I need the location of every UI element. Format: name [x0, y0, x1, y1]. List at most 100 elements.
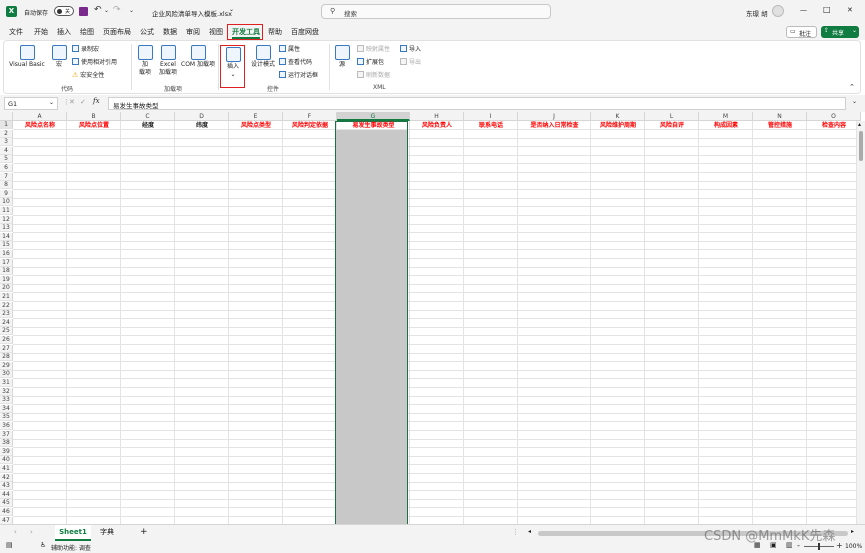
cancel-entry-icon[interactable]: ✕: [69, 98, 75, 106]
tab-data[interactable]: 数据: [163, 27, 177, 37]
header-cell-i[interactable]: 联系电话: [464, 121, 518, 130]
row-header[interactable]: 10: [0, 198, 13, 207]
tab-review[interactable]: 审阅: [186, 27, 200, 37]
zoom-slider-thumb[interactable]: [818, 543, 820, 550]
tab-draw[interactable]: 绘图: [80, 27, 94, 37]
enter-entry-icon[interactable]: ✓: [80, 98, 86, 106]
scroll-left-icon[interactable]: ◂: [528, 528, 531, 535]
insert-function-icon[interactable]: fx: [93, 97, 100, 105]
collapse-ribbon-icon[interactable]: ⌃: [849, 83, 855, 91]
row-header[interactable]: 46: [0, 508, 13, 516]
run-dialog-button[interactable]: 运行对话框: [279, 71, 318, 80]
zoom-in-button[interactable]: +: [836, 541, 843, 550]
scroll-up-icon[interactable]: ▴: [858, 121, 861, 128]
zoom-slider[interactable]: [804, 543, 834, 550]
undo-icon[interactable]: ↶: [94, 5, 102, 15]
undo-dropdown-icon[interactable]: ⌄: [104, 7, 109, 14]
row-header[interactable]: 14: [0, 232, 13, 241]
visual-basic-button[interactable]: Visual Basic: [9, 45, 45, 69]
column-header-d[interactable]: D: [175, 112, 229, 121]
view-code-button[interactable]: 查看代码: [279, 58, 312, 67]
row-header[interactable]: 36: [0, 422, 13, 430]
row-header[interactable]: 47: [0, 516, 13, 524]
row-header[interactable]: 37: [0, 430, 13, 439]
expansion-packs-button[interactable]: 扩展包: [357, 58, 384, 67]
column-header-g[interactable]: G: [337, 112, 410, 121]
row-header[interactable]: 34: [0, 404, 13, 413]
row-header[interactable]: 13: [0, 224, 13, 233]
next-sheet-icon[interactable]: ›: [30, 528, 33, 536]
row-header[interactable]: 45: [0, 499, 13, 508]
header-cell-c[interactable]: 经度: [121, 121, 175, 130]
header-cell-o[interactable]: 检查内容: [807, 121, 861, 130]
search-box[interactable]: ⚲ 搜索: [321, 4, 551, 19]
properties-button[interactable]: 属性: [279, 45, 300, 54]
header-cell-m[interactable]: 构成因素: [699, 121, 753, 130]
sheet-tab-sheet1[interactable]: Sheet1: [55, 525, 91, 541]
row-header[interactable]: 18: [0, 267, 13, 276]
row-header[interactable]: 23: [0, 310, 13, 319]
row-header[interactable]: 11: [0, 207, 13, 215]
redo-icon[interactable]: ↷: [113, 5, 121, 15]
column-header-i[interactable]: I: [464, 112, 518, 121]
column-header-m[interactable]: M: [699, 112, 753, 121]
row-header[interactable]: 32: [0, 387, 13, 396]
row-header[interactable]: 38: [0, 439, 13, 448]
column-header-l[interactable]: L: [645, 112, 699, 121]
row-header[interactable]: 43: [0, 482, 13, 491]
customize-toolbar-icon[interactable]: ⌄: [129, 7, 134, 14]
header-cell-h[interactable]: 风险负责人: [410, 121, 464, 130]
row-header[interactable]: 19: [0, 275, 13, 284]
row-header[interactable]: 41: [0, 465, 13, 473]
column-header-e[interactable]: E: [229, 112, 283, 121]
row-header[interactable]: 12: [0, 215, 13, 224]
row-header[interactable]: 16: [0, 250, 13, 258]
addins-button[interactable]: 加 载项: [135, 45, 155, 77]
select-all-corner[interactable]: [0, 112, 13, 121]
row-header[interactable]: 7: [0, 172, 13, 181]
macros-button[interactable]: 宏: [50, 45, 68, 69]
column-header-k[interactable]: K: [591, 112, 645, 121]
row-header[interactable]: 42: [0, 473, 13, 482]
file-name-dropdown-icon[interactable]: ⌄: [229, 6, 234, 13]
tab-formulas[interactable]: 公式: [140, 27, 154, 37]
source-button[interactable]: 源: [332, 45, 352, 69]
row-header[interactable]: 30: [0, 370, 13, 379]
row-header[interactable]: 35: [0, 413, 13, 422]
header-cell-e[interactable]: 风险点类型: [229, 121, 283, 130]
tab-home[interactable]: 开始: [34, 27, 48, 37]
tab-insert[interactable]: 插入: [57, 27, 71, 37]
expand-formula-bar-icon[interactable]: ⌄: [852, 98, 857, 105]
user-name[interactable]: 东璟 胡: [746, 8, 768, 18]
row-header[interactable]: 28: [0, 353, 13, 362]
header-cell-a[interactable]: 风险点名称: [13, 121, 67, 130]
scroll-right-icon[interactable]: ▸: [851, 528, 854, 535]
header-cell-f[interactable]: 风险判定依据: [283, 121, 337, 130]
import-button[interactable]: 导入: [400, 45, 421, 54]
header-cell-j[interactable]: 是否纳入日常检查: [518, 121, 591, 130]
header-cell-n[interactable]: 管控措施: [753, 121, 807, 130]
tab-developer[interactable]: 开发工具: [232, 27, 260, 39]
row-header[interactable]: 20: [0, 284, 13, 293]
tab-split-icon[interactable]: ⋮: [512, 528, 519, 536]
row-header[interactable]: 39: [0, 447, 13, 456]
row-header[interactable]: 15: [0, 241, 13, 250]
row-header[interactable]: 40: [0, 456, 13, 465]
formula-input[interactable]: 易发生事故类型: [108, 97, 846, 110]
prev-sheet-icon[interactable]: ‹: [14, 528, 17, 536]
minimize-button[interactable]: —: [800, 6, 807, 14]
column-header-b[interactable]: B: [67, 112, 121, 121]
header-cell-b[interactable]: 风险点位置: [67, 121, 121, 130]
row-header[interactable]: 22: [0, 301, 13, 310]
column-header-o[interactable]: O: [807, 112, 861, 121]
row-header[interactable]: 25: [0, 327, 13, 336]
maximize-button[interactable]: □: [823, 5, 831, 14]
com-addins-button[interactable]: COM 加载项: [180, 45, 216, 69]
row-header[interactable]: 44: [0, 490, 13, 499]
row-header[interactable]: 27: [0, 344, 13, 353]
row-header[interactable]: 21: [0, 293, 13, 301]
save-icon[interactable]: [79, 7, 88, 16]
tab-baidu-disk[interactable]: 百度网盘: [291, 27, 319, 37]
tab-page-layout[interactable]: 页面布局: [103, 27, 131, 37]
row-header[interactable]: 26: [0, 336, 13, 344]
